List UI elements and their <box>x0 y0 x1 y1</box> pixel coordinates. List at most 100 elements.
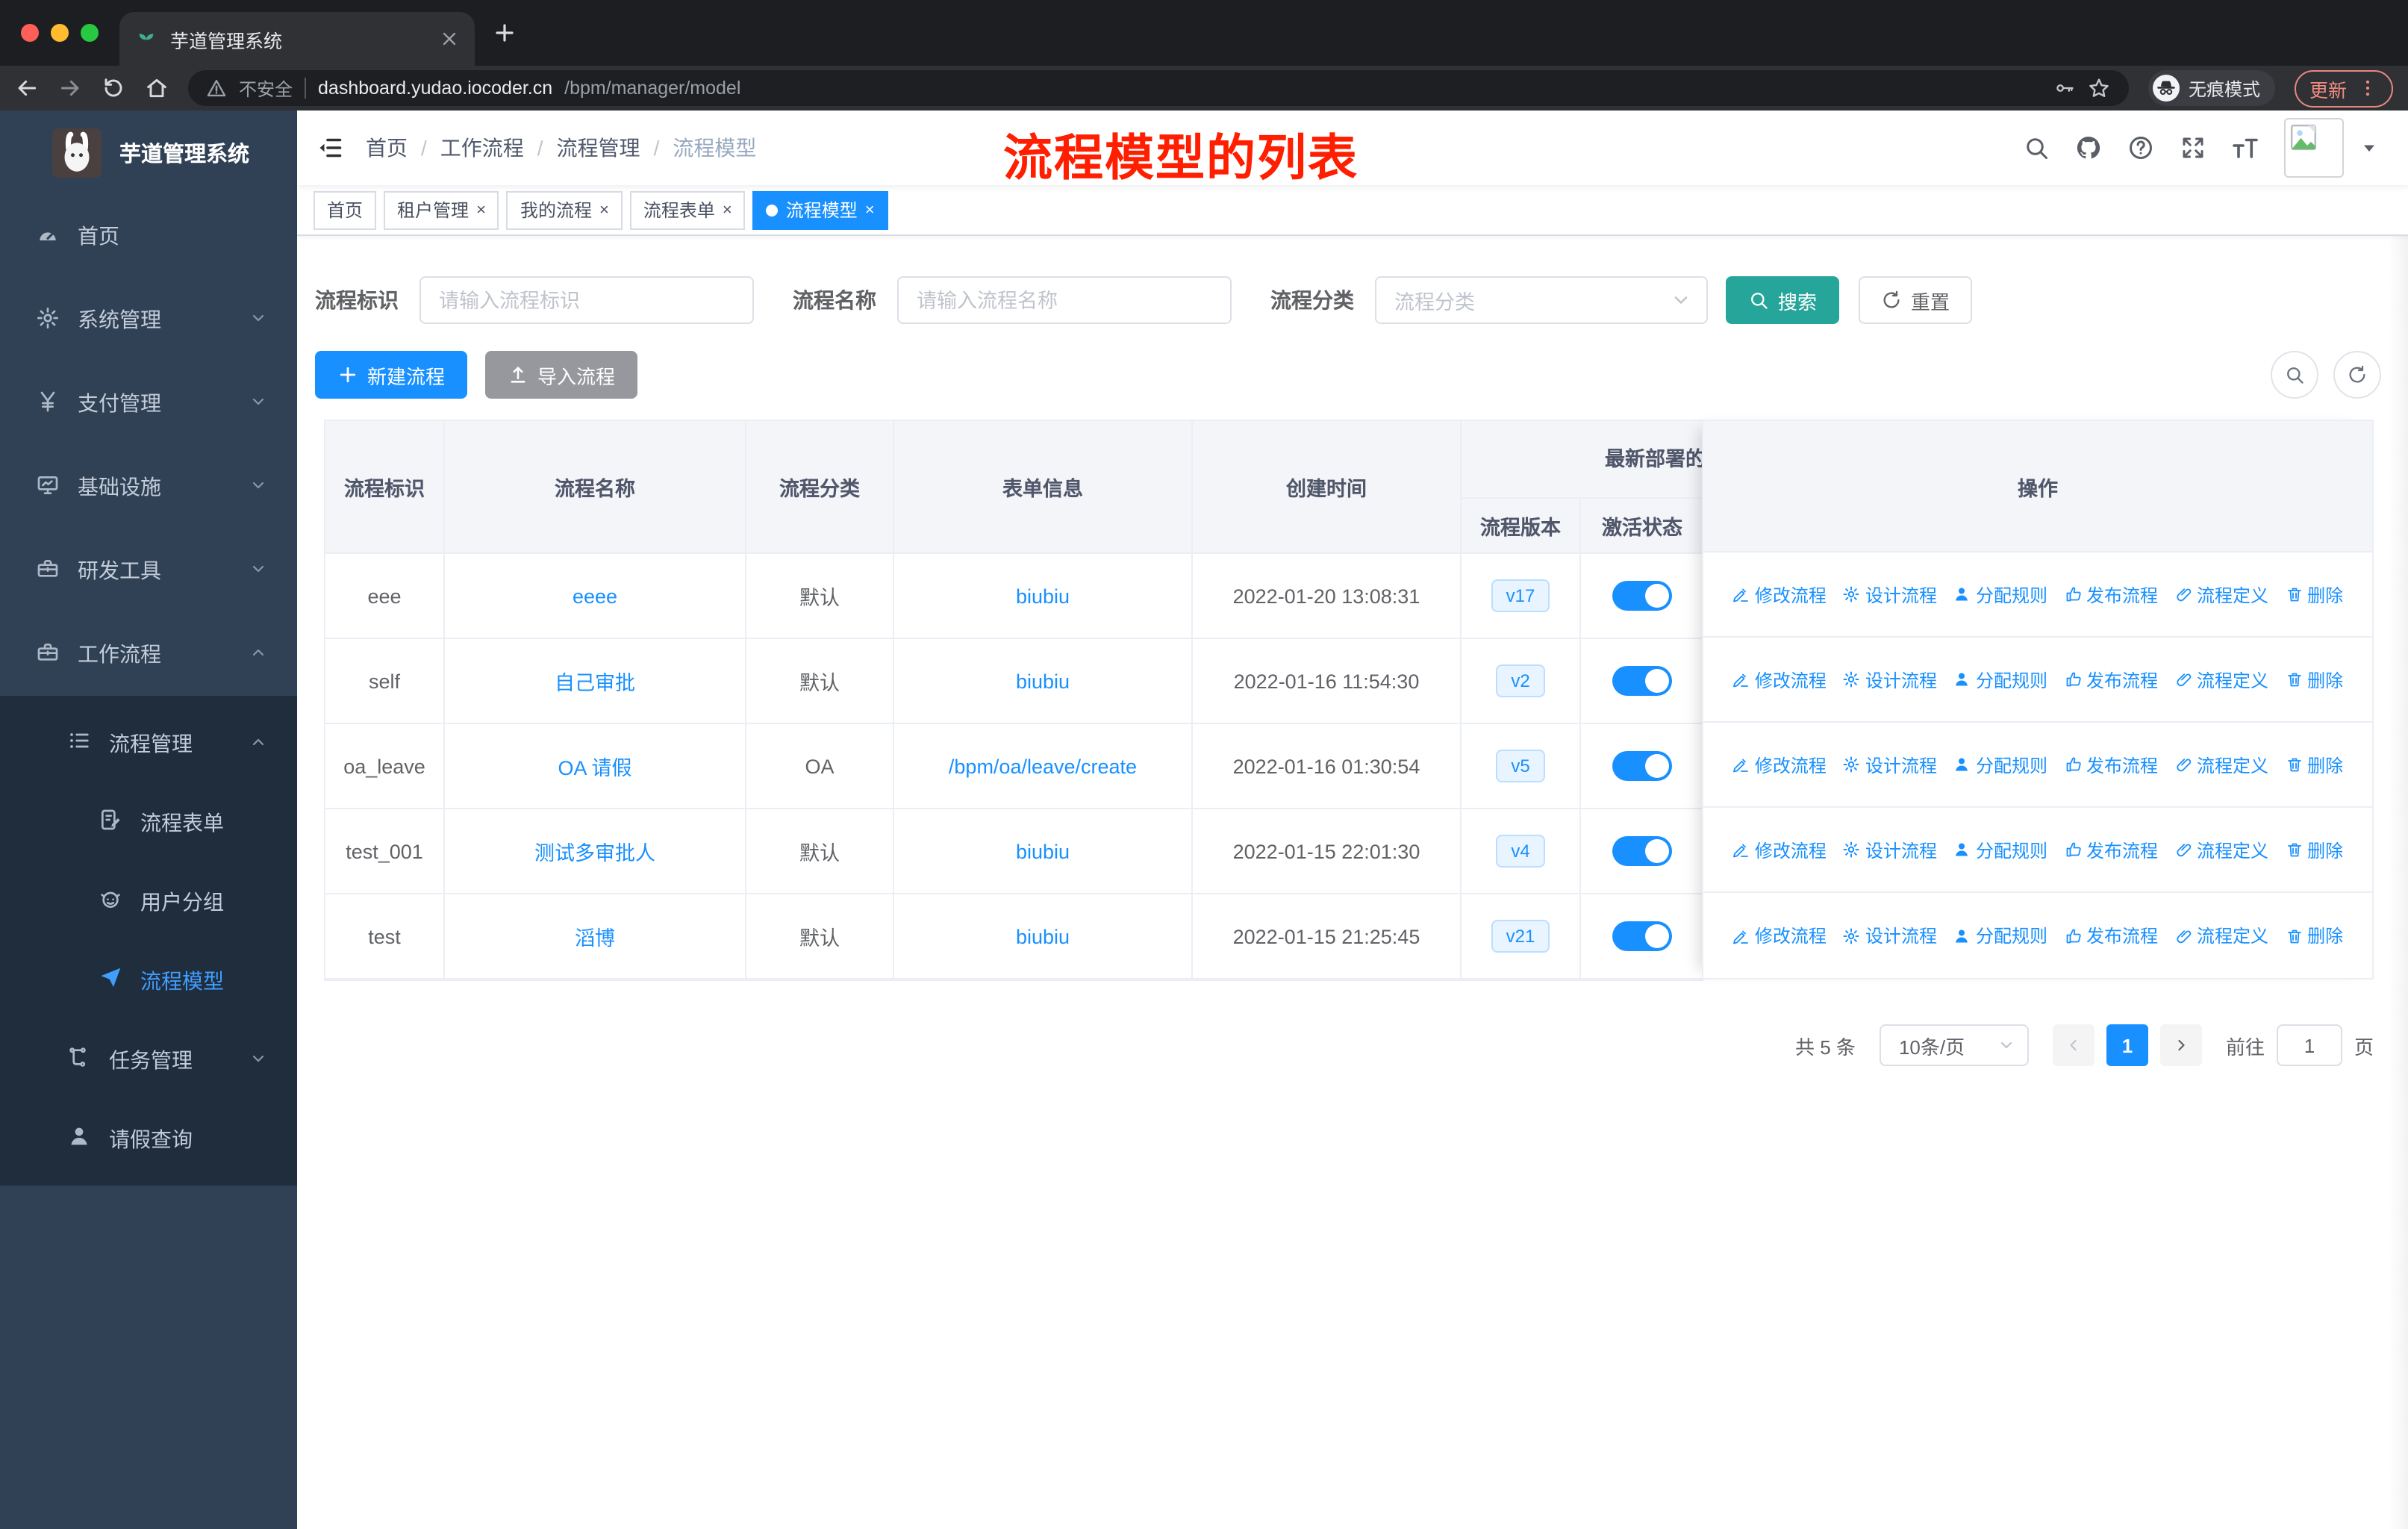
action-删除[interactable]: 删除 <box>2285 752 2343 777</box>
action-修改流程[interactable]: 修改流程 <box>1732 582 1827 607</box>
search-button[interactable]: 搜索 <box>1726 276 1840 324</box>
action-修改流程[interactable]: 修改流程 <box>1732 667 1827 692</box>
version-badge[interactable]: v2 <box>1496 664 1545 698</box>
active-toggle[interactable] <box>1612 581 1672 611</box>
page-size-select[interactable]: 10条/页 <box>1879 1024 2029 1066</box>
sidebar-item-支付管理[interactable]: 支付管理 <box>0 361 297 445</box>
tag-我的流程[interactable]: 我的流程 × <box>506 190 623 229</box>
version-badge[interactable]: v21 <box>1491 919 1550 953</box>
prev-page-button[interactable] <box>2052 1024 2094 1066</box>
action-发布流程[interactable]: 发布流程 <box>2064 667 2158 692</box>
process-name-link[interactable]: 测试多审批人 <box>534 836 655 866</box>
sidebar-item-工作流程[interactable]: 工作流程 <box>0 612 297 696</box>
sidebar-logo[interactable]: 芋道管理系统 <box>0 110 297 194</box>
browser-update-button[interactable]: 更新 <box>2294 69 2393 107</box>
action-发布流程[interactable]: 发布流程 <box>2064 923 2158 948</box>
sidebar-item-系统管理[interactable]: 系统管理 <box>0 278 297 361</box>
process-name-input[interactable] <box>897 276 1232 324</box>
action-分配规则[interactable]: 分配规则 <box>1953 667 2047 692</box>
zoom-window-button[interactable] <box>81 24 99 42</box>
minimize-window-button[interactable] <box>51 24 69 42</box>
category-select[interactable]: 流程分类 <box>1375 276 1708 324</box>
version-badge[interactable]: v17 <box>1491 579 1550 613</box>
action-设计流程[interactable]: 设计流程 <box>1843 752 1937 777</box>
breadcrumb-item[interactable]: 工作流程 <box>440 133 524 163</box>
sidebar-item-研发工具[interactable]: 研发工具 <box>0 529 297 612</box>
sidebar-item-任务管理[interactable]: 任务管理 <box>0 1020 297 1099</box>
process-name-link[interactable]: eeee <box>573 585 617 607</box>
action-设计流程[interactable]: 设计流程 <box>1843 667 1937 692</box>
action-分配规则[interactable]: 分配规则 <box>1953 752 2047 777</box>
star-icon[interactable] <box>2087 76 2111 100</box>
action-设计流程[interactable]: 设计流程 <box>1843 837 1937 862</box>
tag-close-icon[interactable]: × <box>865 201 875 219</box>
breadcrumb-item[interactable]: 流程模型 <box>673 133 756 163</box>
tag-流程表单[interactable]: 流程表单 × <box>629 190 746 229</box>
breadcrumb-item[interactable]: 首页 <box>366 133 408 163</box>
key-icon[interactable] <box>2054 78 2075 99</box>
goto-page-input[interactable] <box>2276 1024 2342 1066</box>
action-分配规则[interactable]: 分配规则 <box>1953 923 2047 948</box>
action-删除[interactable]: 删除 <box>2285 582 2343 607</box>
tag-close-icon[interactable]: × <box>599 201 609 219</box>
action-分配规则[interactable]: 分配规则 <box>1953 837 2047 862</box>
tag-close-icon[interactable]: × <box>723 201 732 219</box>
action-发布流程[interactable]: 发布流程 <box>2064 582 2158 607</box>
search-icon[interactable] <box>2023 134 2050 161</box>
refresh-table-button[interactable] <box>2333 351 2381 399</box>
process-key-input[interactable] <box>419 276 754 324</box>
form-info-link[interactable]: /bpm/oa/leave/create <box>949 755 1137 777</box>
address-bar[interactable]: 不安全 dashboard.yudao.iocoder.cn/bpm/manag… <box>188 70 2129 106</box>
browser-menu-icon[interactable] <box>2357 78 2378 99</box>
github-icon[interactable] <box>2075 134 2102 161</box>
action-流程定义[interactable]: 流程定义 <box>2174 667 2268 692</box>
close-window-button[interactable] <box>21 24 39 42</box>
action-发布流程[interactable]: 发布流程 <box>2064 752 2158 777</box>
action-设计流程[interactable]: 设计流程 <box>1843 923 1937 948</box>
tag-close-icon[interactable]: × <box>476 201 486 219</box>
process-name-link[interactable]: 滔博 <box>575 921 615 951</box>
action-删除[interactable]: 删除 <box>2285 667 2343 692</box>
breadcrumb-item[interactable]: 流程管理 <box>557 133 640 163</box>
tag-流程模型[interactable]: 流程模型 × <box>752 190 888 229</box>
sidebar-item-首页[interactable]: 首页 <box>0 194 297 278</box>
action-分配规则[interactable]: 分配规则 <box>1953 582 2047 607</box>
sidebar-item-基础设施[interactable]: 基础设施 <box>0 445 297 529</box>
toggle-search-button[interactable] <box>2271 351 2318 399</box>
action-删除[interactable]: 删除 <box>2285 923 2343 948</box>
reload-icon[interactable] <box>102 76 125 100</box>
sidebar-item-流程管理[interactable]: 流程管理 <box>0 703 297 782</box>
action-修改流程[interactable]: 修改流程 <box>1732 752 1827 777</box>
tag-首页[interactable]: 首页 <box>314 190 377 229</box>
active-toggle[interactable] <box>1612 921 1672 951</box>
home-icon[interactable] <box>145 76 169 100</box>
version-badge[interactable]: v4 <box>1496 834 1545 868</box>
active-toggle[interactable] <box>1612 836 1672 866</box>
forward-icon[interactable] <box>58 76 82 100</box>
browser-tab[interactable]: 芋道管理系统 <box>119 12 475 66</box>
action-流程定义[interactable]: 流程定义 <box>2174 582 2268 607</box>
action-修改流程[interactable]: 修改流程 <box>1732 923 1827 948</box>
form-info-link[interactable]: biubiu <box>1016 925 1070 947</box>
sidebar-item-用户分组[interactable]: 用户分组 <box>0 862 297 941</box>
help-icon[interactable] <box>2127 134 2154 161</box>
fullscreen-icon[interactable] <box>2180 134 2206 161</box>
form-info-link[interactable]: biubiu <box>1016 585 1070 607</box>
reset-button[interactable]: 重置 <box>1859 276 1973 324</box>
active-toggle[interactable] <box>1612 751 1672 781</box>
next-page-button[interactable] <box>2159 1024 2202 1066</box>
sidebar-item-流程表单[interactable]: 流程表单 <box>0 782 297 862</box>
action-流程定义[interactable]: 流程定义 <box>2174 837 2268 862</box>
tag-租户管理[interactable]: 租户管理 × <box>384 190 499 229</box>
new-tab-button[interactable] <box>493 21 517 45</box>
action-流程定义[interactable]: 流程定义 <box>2174 752 2268 777</box>
active-toggle[interactable] <box>1612 666 1672 696</box>
version-badge[interactable]: v5 <box>1496 749 1545 783</box>
font-size-icon[interactable] <box>2232 134 2259 161</box>
form-info-link[interactable]: biubiu <box>1016 670 1070 692</box>
import-process-button[interactable]: 导入流程 <box>485 351 638 399</box>
action-设计流程[interactable]: 设计流程 <box>1843 582 1937 607</box>
tab-close-icon[interactable] <box>439 28 460 49</box>
sidebar-item-流程模型[interactable]: 流程模型 <box>0 941 297 1020</box>
current-page-button[interactable]: 1 <box>2106 1024 2148 1066</box>
